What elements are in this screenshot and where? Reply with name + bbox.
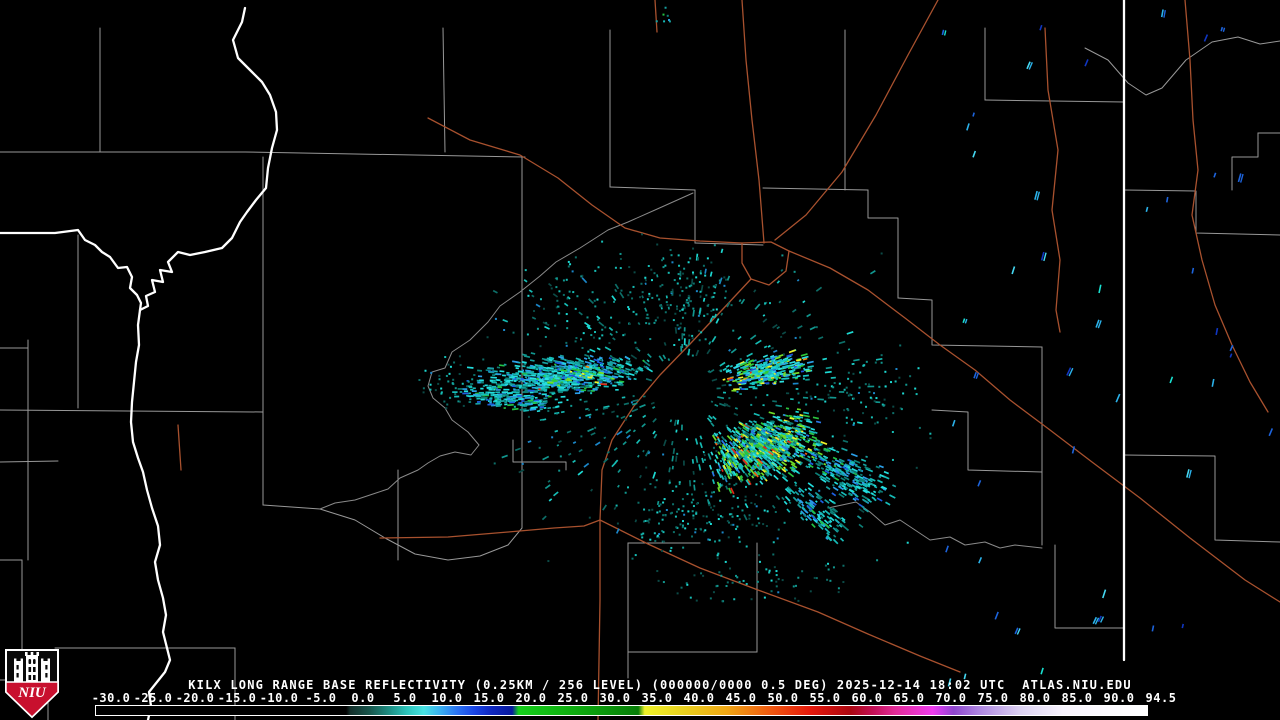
colorbar-tick-label: -10.0 [260,691,299,705]
county-lines [0,28,1280,720]
state-border-lines [0,0,1124,720]
colorbar-tick-labels: -30.0-25.0-20.0-15.0-10.0 -5.0 0.0 5.0 10.0 1… [0,691,1280,704]
colorbar-tick-label: 25.0 [558,691,589,705]
niu-logo: NIU [4,648,60,719]
colorbar-tick-label: 65.0 [894,691,925,705]
highway-lines [178,0,1280,720]
colorbar-tick-label: 55.0 [810,691,841,705]
colorbar-tick-label: -15.0 [218,691,257,705]
radar-product-screen: KILX LONG RANGE BASE REFLECTIVITY (0.25K… [0,0,1280,720]
colorbar-tick-label: 20.0 [516,691,547,705]
colorbar-tick-label: 85.0 [1062,691,1093,705]
colorbar-tick-label: 5.0 [393,691,416,705]
colorbar-tick-label: 94.5 [1146,691,1177,705]
colorbar [95,705,1148,716]
colorbar-tick-label: 15.0 [474,691,505,705]
colorbar-tick-label: 50.0 [768,691,799,705]
colorbar-tick-label: 80.0 [1020,691,1051,705]
colorbar-tick-label: -5.0 [306,691,337,705]
colorbar-tick-label: 40.0 [684,691,715,705]
river-lines [320,193,1042,548]
colorbar-tick-label: 45.0 [726,691,757,705]
product-caption: KILX LONG RANGE BASE REFLECTIVITY (0.25K… [0,678,1280,692]
colorbar-tick-label: -25.0 [134,691,173,705]
colorbar-tick-label: 35.0 [642,691,673,705]
colorbar-tick-label: 10.0 [432,691,463,705]
colorbar-tick-label: 30.0 [600,691,631,705]
colorbar-tick-label: 70.0 [936,691,967,705]
colorbar-tick-label: 75.0 [978,691,1009,705]
niu-logo-text: NIU [17,685,47,701]
colorbar-tick-label: 0.0 [351,691,374,705]
colorbar-tick-label: 60.0 [852,691,883,705]
colorbar-tick-label: 90.0 [1104,691,1135,705]
colorbar-tick-label: -30.0 [92,691,131,705]
colorbar-tick-label: -20.0 [176,691,215,705]
radar-map [0,0,1280,720]
